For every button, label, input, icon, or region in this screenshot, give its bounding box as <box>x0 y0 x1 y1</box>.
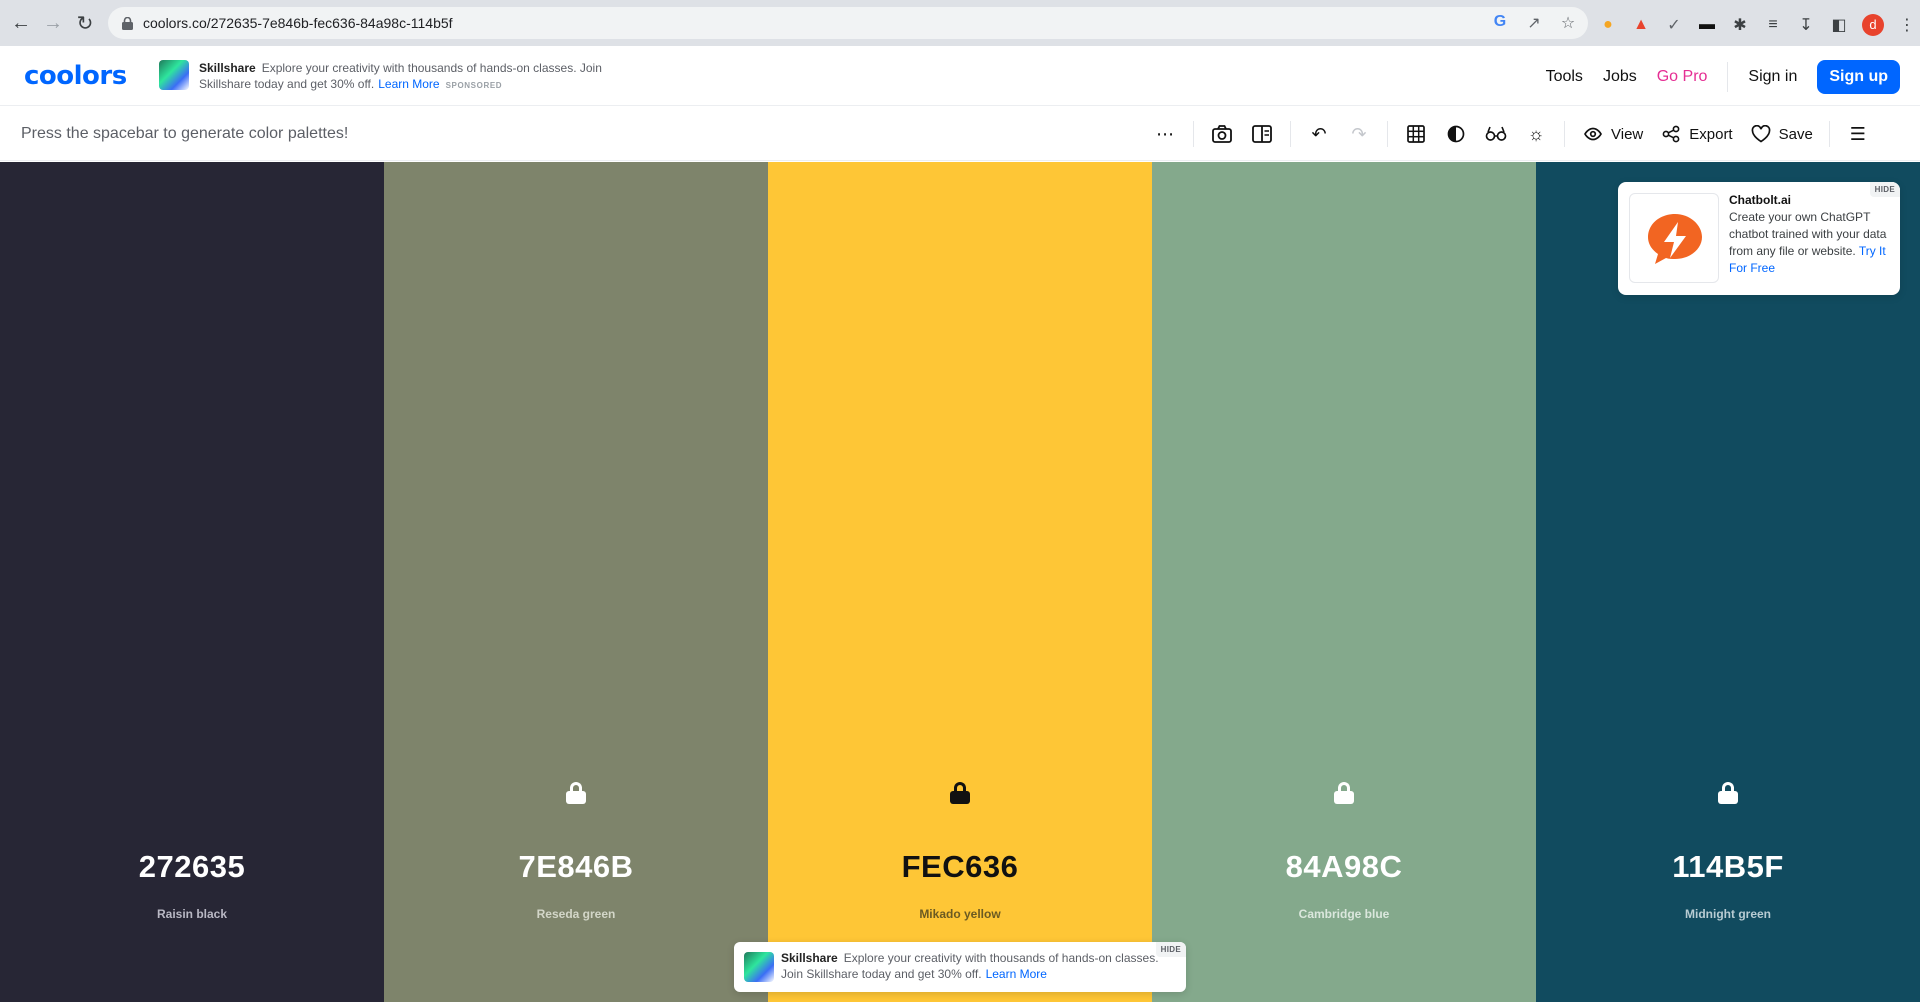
chatbolt-ad[interactable]: Chatbolt.ai Create your own ChatGPT chat… <box>1618 182 1900 295</box>
chatbolt-logo <box>1629 193 1719 283</box>
color-name: Midnight green <box>1685 907 1771 921</box>
bottom-ad[interactable]: Skillshare Explore your creativity with t… <box>734 942 1186 992</box>
view-label: View <box>1611 125 1644 143</box>
coolors-logo[interactable]: coolors <box>24 61 127 91</box>
color-swatch[interactable]: FEC636 Mikado yellow <box>768 162 1152 1002</box>
browser-chrome: ← → ↻ coolors.co/272635-7e846b-fec636-84… <box>0 0 1920 46</box>
extension-icon[interactable]: ▬ <box>1697 16 1717 34</box>
ad-learn-more-link[interactable]: Learn More <box>986 967 1047 981</box>
color-swatch[interactable]: 84A98C Cambridge blue <box>1152 162 1536 1002</box>
spacebar-hint: Press the spacebar to generate color pal… <box>21 125 349 142</box>
nav-go-pro[interactable]: Go Pro <box>1657 68 1708 86</box>
color-hex-code[interactable]: FEC636 <box>768 849 1152 885</box>
download-icon[interactable]: ↧ <box>1796 15 1816 35</box>
redo-icon[interactable]: ↷ <box>1347 122 1371 146</box>
bookmark-star-icon[interactable]: ☆ <box>1558 13 1578 33</box>
url-text: coolors.co/272635-7e846b-fec636-84a98c-1… <box>143 15 453 31</box>
lock-icon[interactable] <box>950 782 970 804</box>
view-split-icon[interactable] <box>1250 122 1274 146</box>
contrast-icon[interactable] <box>1444 122 1468 146</box>
heart-icon <box>1749 122 1773 146</box>
share-nodes-icon <box>1659 122 1683 146</box>
reload-icon[interactable]: ↻ <box>70 8 100 38</box>
reading-list-icon[interactable]: ≡ <box>1763 16 1783 34</box>
nav-jobs[interactable]: Jobs <box>1603 68 1637 86</box>
forward-icon[interactable]: → <box>38 8 68 38</box>
ad-learn-more-link[interactable]: Learn More <box>378 77 439 91</box>
top-nav: Tools Jobs Go Pro Sign in Sign up <box>1546 60 1900 94</box>
color-swatch[interactable]: 272635 Raisin black <box>0 162 384 1002</box>
save-button[interactable]: Save <box>1749 122 1813 146</box>
lock-icon[interactable] <box>1718 782 1738 804</box>
toolbar-divider <box>1564 121 1565 147</box>
ad-brand: Skillshare <box>781 951 838 965</box>
grid-icon[interactable] <box>1404 122 1428 146</box>
hamburger-menu-icon[interactable]: ☰ <box>1846 122 1870 146</box>
extension-icon[interactable]: ● <box>1598 16 1618 34</box>
color-name: Raisin black <box>156 907 228 921</box>
ad-brand: Skillshare <box>199 61 256 75</box>
export-button[interactable]: Export <box>1659 122 1733 146</box>
hide-ad-button[interactable]: HIDE <box>1155 942 1186 957</box>
color-name: Reseda green <box>536 907 616 921</box>
chatbolt-title: Chatbolt.ai <box>1729 193 1791 207</box>
skillshare-ad-image <box>159 60 189 90</box>
profile-avatar[interactable]: d <box>1862 14 1884 36</box>
toolbar-divider <box>1828 121 1830 147</box>
export-label: Export <box>1689 125 1733 143</box>
glasses-icon[interactable] <box>1484 122 1508 146</box>
sign-up-button[interactable]: Sign up <box>1817 60 1900 94</box>
save-label: Save <box>1778 125 1813 143</box>
toolbar-divider <box>1387 121 1388 147</box>
sign-in-link[interactable]: Sign in <box>1748 68 1797 86</box>
nav-divider <box>1727 62 1729 92</box>
camera-icon[interactable] <box>1210 122 1234 146</box>
eye-icon <box>1581 122 1605 146</box>
extension-icon[interactable]: ✓ <box>1664 15 1684 35</box>
lock-icon <box>122 16 133 30</box>
extension-icon[interactable]: ▲ <box>1631 16 1651 34</box>
color-hex-code[interactable]: 114B5F <box>1536 849 1920 885</box>
color-name: Cambridge blue <box>1298 907 1390 921</box>
toolbar-divider <box>1290 121 1291 147</box>
puzzle-icon[interactable]: ✱ <box>1730 15 1750 35</box>
share-icon[interactable]: ↗ <box>1524 13 1544 33</box>
nav-tools[interactable]: Tools <box>1546 68 1583 86</box>
view-button[interactable]: View <box>1581 122 1643 146</box>
color-name: Mikado yellow <box>919 907 1001 921</box>
undo-icon[interactable]: ↶ <box>1307 122 1331 146</box>
side-panel-icon[interactable]: ◧ <box>1829 15 1849 35</box>
color-hex-code[interactable]: 272635 <box>0 849 384 885</box>
skillshare-ad-image <box>744 952 774 982</box>
ad-sponsored-label: SPONSORED <box>445 81 503 90</box>
menu-kebab-icon[interactable]: ⋮ <box>1897 15 1917 35</box>
site-header: coolors Skillshare Explore your creativit… <box>0 46 1920 106</box>
address-bar[interactable]: coolors.co/272635-7e846b-fec636-84a98c-1… <box>108 7 1588 39</box>
brightness-icon[interactable]: ☼ <box>1524 122 1548 146</box>
lock-icon[interactable] <box>566 782 586 804</box>
hide-ad-button[interactable]: HIDE <box>1869 182 1900 197</box>
color-hex-code[interactable]: 84A98C <box>1152 849 1536 885</box>
more-options-icon[interactable]: ⋯ <box>1153 122 1177 146</box>
back-icon[interactable]: ← <box>6 8 36 38</box>
color-hex-code[interactable]: 7E846B <box>384 849 768 885</box>
palette-toolbar: Press the spacebar to generate color pal… <box>0 107 1920 161</box>
google-icon[interactable]: G <box>1490 13 1510 33</box>
lock-icon[interactable] <box>1334 782 1354 804</box>
toolbar-divider <box>1193 121 1194 147</box>
color-swatch[interactable]: 7E846B Reseda green <box>384 162 768 1002</box>
